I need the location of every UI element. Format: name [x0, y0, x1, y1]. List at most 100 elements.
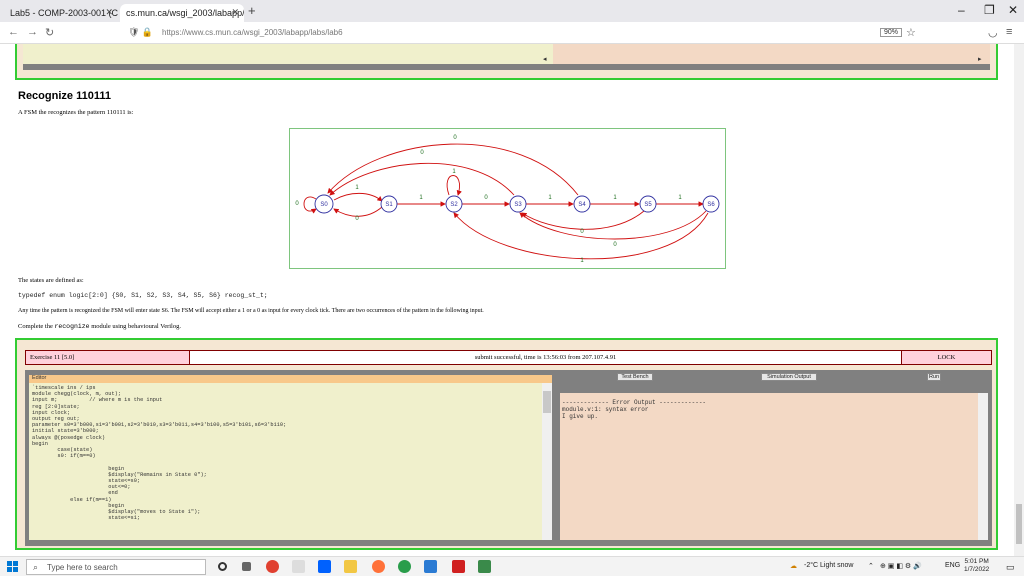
firefox-icon[interactable]	[372, 560, 385, 573]
editor-label: Editor	[29, 375, 552, 383]
scroll-right-icon[interactable]: ▸	[978, 55, 982, 63]
label-s2-s3: 0	[484, 195, 488, 201]
app-icon[interactable]	[292, 560, 305, 573]
tab-label: Lab5 - COMP-2003-001 (Comp	[10, 8, 118, 18]
windows-start-icon[interactable]	[7, 561, 18, 572]
vscode-icon[interactable]	[424, 560, 437, 573]
instruction-text: Complete the recognize module using beha…	[18, 323, 181, 330]
chrome-icon[interactable]	[266, 560, 279, 573]
scroll-left-icon[interactable]: ◂	[543, 55, 547, 63]
search-placeholder: Type here to search	[47, 563, 118, 572]
url-text: https://www.cs.mun.ca/wsgi_2003/labapp/l…	[162, 28, 343, 37]
fsm-svg: S0 S1 S2 S3 S4 S5 S6 0 1 0 1 1 0 1 1 1 0…	[295, 135, 720, 264]
dropbox-icon[interactable]	[318, 560, 331, 573]
close-window-icon[interactable]: ✕	[1008, 3, 1018, 17]
state-s6: S6	[707, 202, 715, 208]
forward-icon[interactable]: →	[27, 26, 38, 38]
instruction-suffix: module using behavioural Verilog.	[89, 323, 181, 330]
editor-scroll-thumb[interactable]	[543, 391, 551, 413]
taskbar-search[interactable]: ⌕ Type here to search	[26, 559, 206, 575]
editor-scrollbar[interactable]	[542, 383, 552, 540]
editor-code[interactable]: `timescale 1ns / 1ps module chegg(clock,…	[32, 385, 547, 521]
pattern-note: Any time the pattern is recognized the F…	[18, 308, 484, 314]
language-indicator[interactable]: ENG	[945, 562, 960, 569]
tray-icons[interactable]: ⊕ ▣ ◧ ⚙ 🔊	[880, 562, 922, 570]
state-s4: S4	[578, 202, 586, 208]
simulation-output-button[interactable]: Simulation Output	[761, 373, 817, 381]
exercise-title: Exercise 11 [5.0]	[26, 351, 190, 364]
instruction-prefix: Complete the	[18, 323, 55, 330]
tray-chevron-icon[interactable]: ⌃	[868, 562, 874, 570]
submit-status: submit successful, time is 13:56:03 from…	[190, 351, 902, 364]
previous-work-area: ◂ ▸	[23, 44, 990, 70]
reload-icon[interactable]: ↻	[45, 26, 54, 39]
intro-text: A FSM the recognizes the pattern 110111 …	[18, 109, 134, 116]
search-icon: ⌕	[33, 562, 39, 572]
test-bench-button[interactable]: Test Bench	[617, 373, 653, 381]
page-scrollbar[interactable]	[1014, 44, 1024, 556]
previous-output	[553, 44, 990, 64]
fsm-diagram: S0 S1 S2 S3 S4 S5 S6 0 1 0 1 1 0 1 1 1 0…	[289, 128, 726, 269]
tab-labapp[interactable]: cs.mun.ca/wsgi_2003/labapp/lab5 ✕	[120, 4, 244, 22]
clock[interactable]: 5:01 PM 1/7/2022	[964, 558, 989, 574]
address-bar[interactable]: https://www.cs.mun.ca/wsgi_2003/labapp/l…	[122, 25, 910, 41]
nav-bar: ← → ↻ 🛡 🔒 https://www.cs.mun.ca/wsgi_200…	[0, 22, 1024, 44]
error-output: ------------- Error Output -------------…	[562, 399, 707, 420]
previous-editor[interactable]	[23, 44, 553, 64]
clock-time: 5:01 PM	[964, 558, 989, 565]
label-s1-s0: 0	[355, 216, 359, 222]
file-explorer-icon[interactable]	[344, 560, 357, 573]
minimize-icon[interactable]: –	[958, 3, 965, 17]
previous-exercise-frame: ◂ ▸	[15, 44, 998, 80]
exercise-header: Exercise 11 [5.0] submit successful, tim…	[25, 350, 992, 365]
close-tab-icon[interactable]: ✕	[105, 7, 113, 18]
page-title: Recognize 110111	[18, 90, 111, 102]
instruction-code: recognize	[54, 323, 90, 330]
cortana-icon[interactable]	[218, 562, 227, 571]
menu-icon[interactable]: ≡	[1006, 26, 1012, 38]
pocket-icon[interactable]: ◡	[988, 26, 998, 39]
label-s4-s0: 0	[453, 135, 457, 141]
new-tab-icon[interactable]: +	[248, 3, 256, 18]
label-s3-s4: 1	[548, 195, 552, 201]
label-s3-s0: 0	[420, 150, 424, 156]
page-scroll-thumb[interactable]	[1016, 504, 1022, 544]
state-s5: S5	[644, 202, 652, 208]
bookmark-star-icon[interactable]: ☆	[906, 26, 916, 39]
app-icon-2[interactable]	[478, 560, 491, 573]
output-scrollbar[interactable]	[978, 393, 988, 540]
label-s1-s2: 1	[419, 195, 423, 201]
state-s3: S3	[514, 202, 522, 208]
states-defined-text: The states are defined as:	[18, 277, 84, 284]
close-tab-icon[interactable]: ✕	[231, 7, 239, 18]
label-s4-s5: 1	[613, 195, 617, 201]
label-s5-s3: 0	[580, 229, 584, 235]
label-s2-self: 1	[452, 169, 456, 175]
lock-button[interactable]: LOCK	[902, 351, 991, 364]
weather-text[interactable]: -2°C Light snow	[804, 562, 854, 569]
tab-bar: Lab5 - COMP-2003-001 (Comp ✕ cs.mun.ca/w…	[0, 0, 1024, 22]
state-s1: S1	[385, 202, 393, 208]
label-s5-s6: 1	[678, 195, 682, 201]
acrobat-icon[interactable]	[452, 560, 465, 573]
tab-label: cs.mun.ca/wsgi_2003/labapp/lab5	[126, 8, 244, 18]
zoom-level[interactable]: 90%	[880, 28, 903, 37]
weather-icon[interactable]: ☁	[790, 562, 797, 570]
state-s0: S0	[320, 202, 328, 208]
exercise-work-area: Editor `timescale 1ns / 1ps module chegg…	[25, 370, 992, 546]
exercise-frame: Exercise 11 [5.0] submit successful, tim…	[15, 338, 998, 550]
taskbar: ⌕ Type here to search ☁ -2°C Light snow …	[0, 556, 1024, 576]
code-editor[interactable]: Editor `timescale 1ns / 1ps module chegg…	[29, 375, 552, 540]
browser-icon[interactable]	[398, 560, 411, 573]
restore-icon[interactable]: ❐	[984, 3, 995, 17]
output-panel: ------------- Error Output -------------…	[560, 393, 988, 540]
run-button[interactable]: Run	[927, 373, 941, 381]
clock-date: 1/7/2022	[964, 566, 990, 573]
task-view-icon[interactable]	[242, 562, 251, 571]
typedef-code: typedef enum logic[2:0] {S0, S1, S2, S3,…	[18, 292, 268, 299]
label-s0-s1: 1	[355, 185, 359, 191]
tab-lab5[interactable]: Lab5 - COMP-2003-001 (Comp ✕	[4, 4, 118, 22]
notifications-icon[interactable]: ▭	[1006, 562, 1015, 573]
label-s6-s3: 0	[613, 242, 617, 248]
back-icon[interactable]: ←	[8, 26, 19, 38]
